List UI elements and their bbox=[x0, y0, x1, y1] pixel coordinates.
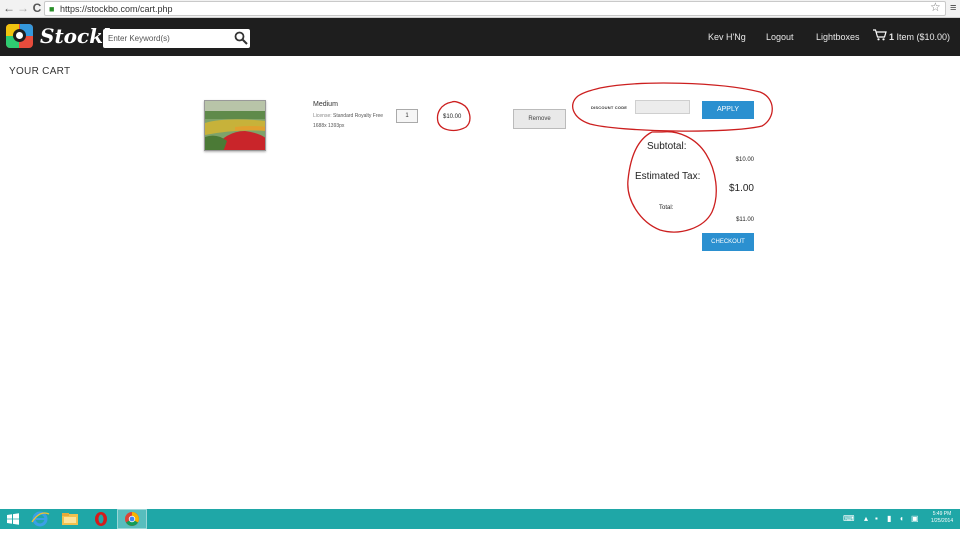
tray-arrow-icon[interactable]: ▴ bbox=[864, 514, 868, 524]
search-box bbox=[103, 29, 250, 48]
remove-button[interactable]: Remove bbox=[513, 109, 566, 129]
cart-text: Item ($10.00) bbox=[896, 32, 951, 42]
shopping-cart-icon[interactable] bbox=[873, 29, 887, 41]
red-annotation-marks bbox=[436, 82, 773, 233]
chrome-taskbar-active[interactable] bbox=[117, 509, 147, 529]
clock-date: 1/25/2014 bbox=[930, 518, 954, 524]
estimated-tax-value: $1.00 bbox=[728, 183, 754, 194]
nav-user-link[interactable]: Kev H'Ng bbox=[708, 31, 746, 43]
search-input[interactable] bbox=[103, 29, 231, 48]
page-title: YOUR CART bbox=[9, 66, 71, 77]
license-label: License: bbox=[313, 113, 332, 119]
search-icon[interactable] bbox=[234, 31, 248, 45]
cart-count: 1 bbox=[889, 32, 895, 42]
forward-arrow-icon[interactable]: → bbox=[16, 1, 30, 15]
file-explorer-icon[interactable] bbox=[57, 510, 83, 528]
discount-code-label: DISCOUNT CODE bbox=[591, 105, 628, 110]
logo-camera-icon[interactable] bbox=[6, 24, 33, 48]
address-bar[interactable]: ■ https://stockbo.com/cart.php bbox=[44, 1, 946, 16]
apply-button[interactable]: APPLY bbox=[702, 101, 754, 119]
quantity-field[interactable]: 1 bbox=[396, 109, 418, 123]
clock-time: 5:49 PM bbox=[932, 511, 952, 517]
keyboard-icon[interactable]: ⌨ bbox=[843, 514, 855, 524]
back-arrow-icon[interactable]: ← bbox=[2, 1, 16, 15]
item-license: License: Standard Royalty Free bbox=[313, 113, 383, 119]
site-header: Stockbo Kev H'Ng Logout Lightboxes 1 Ite… bbox=[0, 18, 960, 56]
subtotal-label: Subtotal: bbox=[647, 141, 687, 152]
subtotal-value: $10.00 bbox=[735, 157, 754, 163]
cart-summary-link[interactable]: 1 Item ($10.00) bbox=[889, 31, 950, 43]
chrome-icon bbox=[125, 512, 139, 526]
lock-icon: ■ bbox=[49, 4, 55, 14]
browser-toolbar: ← → C ■ https://stockbo.com/cart.php ☆ ≡ bbox=[0, 0, 960, 18]
action-center-icon[interactable]: ▪ bbox=[875, 514, 878, 524]
power-icon[interactable]: ▣ bbox=[911, 514, 919, 524]
opera-icon[interactable] bbox=[88, 510, 114, 528]
item-price: $10.00 bbox=[443, 114, 462, 120]
bookmark-star-icon[interactable]: ☆ bbox=[930, 0, 941, 15]
internet-explorer-icon[interactable] bbox=[27, 510, 53, 528]
browser-menu-icon[interactable]: ≡ bbox=[950, 0, 956, 16]
estimated-tax-label: Estimated Tax: bbox=[635, 171, 701, 182]
checkout-button[interactable]: CHECKOUT bbox=[702, 233, 754, 251]
item-dimensions: 1688x 1393px bbox=[313, 123, 345, 129]
windows-taskbar: ⌨ ▴ ▪ ▮ ◖ ▣ 5:49 PM 1/25/2014 bbox=[0, 509, 960, 529]
license-value: Standard Royalty Free bbox=[333, 113, 384, 119]
nav-logout-link[interactable]: Logout bbox=[766, 31, 794, 43]
item-size: Medium bbox=[313, 101, 338, 108]
product-thumbnail[interactable] bbox=[204, 100, 266, 151]
network-icon[interactable]: ▮ bbox=[887, 514, 891, 524]
total-value: $11.00 bbox=[736, 217, 754, 223]
discount-code-input[interactable] bbox=[635, 100, 690, 114]
reload-icon[interactable]: C bbox=[30, 1, 44, 15]
nav-lightboxes-link[interactable]: Lightboxes bbox=[816, 31, 860, 43]
address-bar-url: https://stockbo.com/cart.php bbox=[60, 4, 173, 14]
flower-field-image bbox=[205, 101, 265, 150]
windows-start-icon[interactable] bbox=[0, 510, 26, 528]
total-label: Total: bbox=[659, 205, 674, 211]
system-clock[interactable]: 5:49 PM 1/25/2014 bbox=[926, 511, 958, 525]
volume-icon[interactable]: ◖ bbox=[899, 514, 904, 524]
